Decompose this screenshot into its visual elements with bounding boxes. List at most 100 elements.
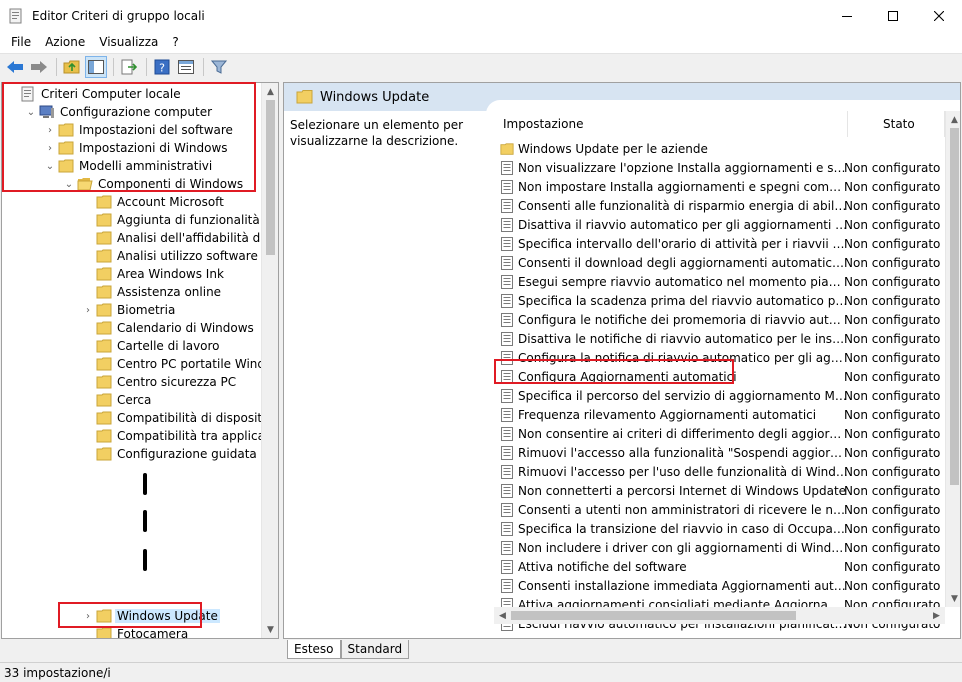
tree-vertical-scrollbar[interactable]: ▲ ▼ [261,83,278,638]
list-item-setting[interactable]: Configura le notifiche dei promemoria di… [494,310,942,329]
tree-item[interactable]: Aggiunta di funzionalità a Windows [80,211,278,229]
help-button[interactable]: ? [151,56,173,78]
up-folder-button[interactable] [61,56,83,78]
list-item-setting[interactable]: Non impostare Installa aggiornamenti e s… [494,177,942,196]
list-item-setting[interactable]: Non visualizzare l'opzione Installa aggi… [494,158,942,177]
list-item-setting[interactable]: Configura Aggiornamenti automatici Non co… [494,367,942,386]
tree-item[interactable]: › Windows Update [80,607,220,625]
folder-icon [96,303,112,317]
list-item-setting[interactable]: Rimuovi l'accesso per l'uso delle funzio… [494,462,942,481]
filter-icon [211,60,227,74]
settings-list[interactable]: Impostazione Stato Windows Update per le… [494,111,960,631]
list-horizontal-scrollbar[interactable]: ◀ ▶ [494,607,945,624]
tree-item[interactable]: › Impostazioni di Windows [42,139,230,157]
export-list-button[interactable] [118,56,140,78]
collapsed-chevron-icon[interactable]: › [42,122,58,138]
list-item-setting[interactable]: Non connetterti a percorsi Internet di W… [494,481,942,500]
scroll-right-icon[interactable]: ▶ [928,607,945,624]
list-item-setting[interactable]: Configura la notifica di riavvio automat… [494,348,942,367]
tab-esteso[interactable]: Esteso [287,640,341,659]
tree-item[interactable]: Cerca [80,391,153,409]
tree-item[interactable]: › Biometria [80,301,177,319]
minimize-button[interactable] [824,0,870,31]
tree-item[interactable]: Area Windows Ink [80,265,226,283]
column-header-setting[interactable]: Impostazione [494,111,848,137]
tree-item[interactable]: › Impostazioni del software [42,121,235,139]
scroll-up-icon[interactable]: ▲ [946,111,960,128]
collapsed-chevron-icon[interactable]: › [80,302,96,318]
tree-item[interactable]: ⌄ Configurazione computer [23,103,214,121]
tree-item[interactable]: Compatibilità di dispositivi e driver [80,409,278,427]
menu-help[interactable]: ? [165,35,185,49]
list-item-setting[interactable]: Disattiva le notifiche di riavvio automa… [494,329,942,348]
tree-item[interactable]: ⌄ Modelli amministrativi [42,157,214,175]
setting-name: Specifica la transizione del riavvio in … [518,521,848,536]
setting-name: Non impostare Installa aggiornamenti e s… [518,179,848,194]
tree-item[interactable]: Centro sicurezza PC [80,373,238,391]
tree-item[interactable]: Analisi utilizzo software Windows [80,247,278,265]
tree-item[interactable]: Analisi dell'affidabilità di Windows [80,229,278,247]
tree-item[interactable]: Calendario di Windows [80,319,256,337]
tree-item[interactable]: Fotocamera [80,625,190,638]
expanded-chevron-icon[interactable]: ⌄ [61,176,77,192]
maximize-button[interactable] [870,0,916,31]
list-item-setting[interactable]: Non includere i driver con gli aggiornam… [494,538,942,557]
list-item-setting[interactable]: Esegui sempre riavvio automatico nel mom… [494,272,942,291]
list-item-setting[interactable]: Consenti alle funzionalità di risparmio … [494,196,942,215]
list-item-setting[interactable]: Non consentire ai criteri di differiment… [494,424,942,443]
close-button[interactable] [916,0,962,31]
tree-item[interactable]: Criteri Computer locale [4,85,183,103]
details-pane: Windows Update Selezionare un elemento p… [283,82,961,639]
tree-pane[interactable]: Criteri Computer locale ⌄ Configurazione c… [1,82,279,639]
scrollbar-thumb[interactable] [266,100,275,255]
folder-icon [58,159,74,173]
tree-item[interactable]: Account Microsoft [80,193,226,211]
show-hide-tree-button[interactable] [85,56,107,78]
tree-item[interactable]: Assistenza online [80,283,223,301]
list-item-setting[interactable]: Frequenza rilevamento Aggiornamenti auto… [494,405,942,424]
list-item-setting[interactable]: Consenti il download degli aggiornamenti… [494,253,942,272]
scrollbar-thumb[interactable] [511,611,796,620]
list-item-setting[interactable]: Specifica la transizione del riavvio in … [494,519,942,538]
setting-icon [501,274,513,289]
back-button[interactable] [4,56,26,78]
menu-visualizza[interactable]: Visualizza [92,35,165,49]
expanded-chevron-icon[interactable]: ⌄ [42,158,58,174]
scroll-down-icon[interactable]: ▼ [262,621,278,638]
collapsed-chevron-icon[interactable]: › [42,140,58,156]
list-item-setting[interactable]: Disattiva il riavvio automatico per gli … [494,215,942,234]
scrollbar-thumb[interactable] [950,128,959,485]
list-item-setting[interactable]: Consenti a utenti non amministratori di … [494,500,942,519]
list-item-setting[interactable]: Specifica la scadenza prima del riavvio … [494,291,942,310]
menu-azione[interactable]: Azione [38,35,92,49]
list-item-setting[interactable]: Specifica intervallo dell'orario di atti… [494,234,942,253]
list-item-setting[interactable]: Attiva notifiche del software Non configu… [494,557,942,576]
properties-button[interactable] [175,56,197,78]
column-header-state[interactable]: Stato [848,111,945,137]
tree-item[interactable]: Configurazione guidata [80,445,259,463]
scroll-left-icon[interactable]: ◀ [494,607,511,624]
folder-icon [96,339,112,353]
forward-button[interactable] [28,56,50,78]
scroll-up-icon[interactable]: ▲ [262,83,278,100]
list-vertical-scrollbar[interactable]: ▲ ▼ [945,111,960,607]
tree-item[interactable]: Centro PC portatile Windows [80,355,278,373]
tree-item[interactable]: Compatibilità tra applicazioni [80,427,278,445]
status-text: 33 impostazione/i [4,665,111,680]
tab-standard[interactable]: Standard [340,640,410,659]
setting-name: Non connetterti a percorsi Internet di W… [518,483,847,498]
filter-button[interactable] [208,56,230,78]
setting-state: Non configurato [844,198,941,213]
setting-icon [501,179,513,194]
collapsed-chevron-icon[interactable]: › [80,608,96,624]
expanded-chevron-icon[interactable]: ⌄ [23,104,39,120]
list-item-folder[interactable]: Windows Update per le aziende [494,139,942,158]
tree-item[interactable]: ⌄ Componenti di Windows [61,175,245,193]
list-item-setting[interactable]: Specifica il percorso del servizio di ag… [494,386,942,405]
scroll-down-icon[interactable]: ▼ [946,590,960,607]
list-item-setting[interactable]: Rimuovi l'accesso alla funzionalità "Sos… [494,443,942,462]
setting-icon [501,502,513,517]
list-item-setting[interactable]: Consenti installazione immediata Aggiorn… [494,576,942,595]
menu-file[interactable]: File [4,35,38,49]
tree-item[interactable]: Cartelle di lavoro [80,337,222,355]
